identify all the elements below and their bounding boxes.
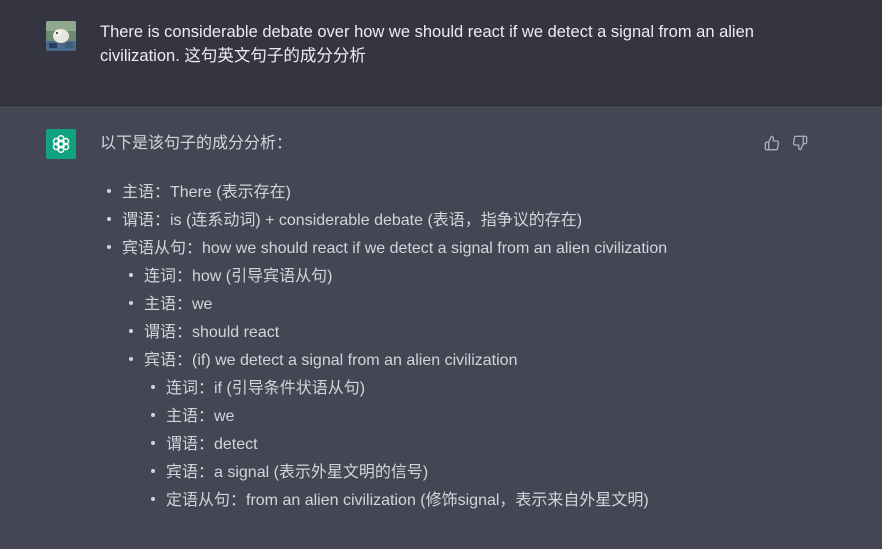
list-item-text: 宾语从句：how we should react if we detect a … [100,235,740,263]
list-item-text: 连词：if (引导条件状语从句) [100,375,740,403]
user-avatar [46,21,76,51]
list-item: 连词：how (引导宾语从句) [100,263,740,291]
sublist: 连词：if (引导条件状语从句) 主语：we 谓语：detect 宾语：a si… [100,375,740,515]
user-message-row: There is considerable debate over how we… [0,0,882,106]
assistant-avatar [46,129,76,159]
thumbs-down-button[interactable] [791,134,809,152]
list-item-text: 谓语：is (连系动词) + considerable debate (表语，指… [100,207,740,235]
user-avatar-image [46,21,76,51]
list-item-text: 主语：we [100,291,740,319]
list-item-text: 谓语：should react [100,319,740,347]
list-item-text: 定语从句：from an alien civilization (修饰signa… [100,487,740,515]
list-item: 谓语：detect [100,431,740,459]
sublist: 连词：how (引导宾语从句) 主语：we 谓语：should react 宾语… [100,263,740,515]
list-item-text: 宾语：(if) we detect a signal from an alien… [100,347,740,375]
list-item: 连词：if (引导条件状语从句) [100,375,740,403]
list-item: 定语从句：from an alien civilization (修饰signa… [100,487,740,515]
assistant-message: 以下是该句子的成分分析： 主语：There (表示存在) 谓语：is (连系动词… [100,132,740,515]
list-item-text: 主语：There (表示存在) [100,179,740,207]
thumbs-up-icon [764,135,780,151]
assistant-intro: 以下是该句子的成分分析： [100,135,293,152]
list-item: 谓语：is (连系动词) + considerable debate (表语，指… [100,207,740,235]
user-message-text: There is considerable debate over how we… [100,23,754,65]
list-item: 主语：There (表示存在) [100,179,740,207]
list-item-text: 谓语：detect [100,431,740,459]
list-item: 主语：we [100,403,740,431]
thumbs-down-icon [792,135,808,151]
list-item: 谓语：should react [100,319,740,347]
list-item: 宾语从句：how we should react if we detect a … [100,235,740,515]
openai-logo-icon [52,135,70,153]
list-item: 宾语：a signal (表示外星文明的信号) [100,459,740,487]
list-item-text: 连词：how (引导宾语从句) [100,263,740,291]
list-item-text: 主语：we [100,403,740,431]
list-item-text: 宾语：a signal (表示外星文明的信号) [100,459,740,487]
thumbs-up-button[interactable] [763,134,781,152]
list-item: 宾语：(if) we detect a signal from an alien… [100,347,740,515]
list-item: 主语：we [100,291,740,319]
analysis-list: 主语：There (表示存在) 谓语：is (连系动词) + considera… [100,179,740,515]
